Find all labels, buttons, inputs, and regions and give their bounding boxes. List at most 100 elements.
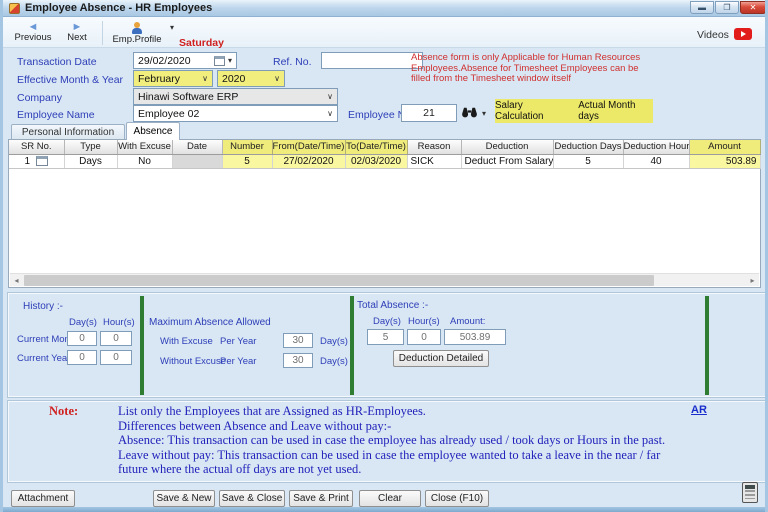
search-dropdown-icon[interactable]: ▾ bbox=[482, 110, 486, 118]
youtube-icon[interactable] bbox=[734, 28, 752, 40]
cell-from[interactable]: 27/02/2020 bbox=[272, 154, 346, 169]
minimize-button[interactable]: ▬ bbox=[690, 1, 714, 14]
maximize-button[interactable]: ❐ bbox=[715, 1, 739, 14]
salary-calculation-label: Salary Calculation bbox=[495, 100, 544, 122]
tab-personal-information[interactable]: Personal Information bbox=[11, 124, 125, 139]
hr-absence-notice: Absence form is only Applicable for Huma… bbox=[411, 52, 641, 84]
current-year-label: Current Year bbox=[17, 353, 71, 364]
col-header-date: Date bbox=[172, 140, 223, 155]
arrow-right-icon: ► bbox=[71, 21, 83, 33]
green-divider bbox=[705, 296, 709, 395]
company-label: Company bbox=[17, 92, 62, 104]
effective-month-select[interactable]: February ∨ bbox=[133, 70, 213, 87]
cell-to[interactable]: 02/03/2020 bbox=[345, 154, 408, 169]
cell-deduction-days[interactable]: 5 bbox=[553, 154, 624, 169]
transaction-date-label: Transaction Date bbox=[17, 56, 97, 68]
cell-reason[interactable]: SICK bbox=[407, 154, 462, 169]
close-icon[interactable]: ✕ bbox=[740, 1, 765, 14]
with-excuse-unit: Day(s) bbox=[320, 336, 348, 347]
cell-number[interactable]: 5 bbox=[222, 154, 273, 169]
cell-deduction[interactable]: Deduct From Salary bbox=[461, 154, 554, 169]
company-select[interactable]: Hinawi Software ERP ∨ bbox=[133, 88, 338, 105]
ref-no-label: Ref. No. bbox=[273, 56, 312, 68]
scroll-right-icon[interactable]: ▸ bbox=[746, 274, 759, 286]
col-header-deduction: Deduction bbox=[461, 140, 554, 155]
current-month-days-input[interactable] bbox=[67, 331, 97, 346]
cell-date[interactable] bbox=[172, 154, 223, 169]
ar-language-link[interactable]: AR bbox=[691, 404, 707, 416]
clear-button[interactable]: Clear bbox=[359, 490, 421, 507]
salary-calculation-banner: Salary Calculation Actual Month days bbox=[495, 99, 653, 123]
person-icon bbox=[131, 21, 143, 34]
total-days-header: Day(s) bbox=[373, 316, 401, 327]
cell-amount[interactable]: 503.89 bbox=[689, 154, 761, 169]
close-button[interactable]: Close (F10) bbox=[425, 490, 489, 507]
calendar-icon[interactable] bbox=[213, 55, 225, 66]
without-excuse-period: Per Year bbox=[220, 356, 257, 367]
title-bar: Employee Absence - HR Employees bbox=[3, 0, 765, 17]
current-year-days-input[interactable] bbox=[67, 350, 97, 365]
cell-deduction-hours[interactable]: 40 bbox=[623, 154, 690, 169]
chevron-down-icon: ∨ bbox=[274, 73, 280, 83]
employee-name-select[interactable]: Employee 02 ∨ bbox=[133, 105, 338, 122]
save-close-button[interactable]: Save & Close bbox=[219, 490, 285, 507]
binoculars-search-icon[interactable] bbox=[461, 105, 478, 123]
without-excuse-input[interactable] bbox=[283, 353, 313, 368]
attachment-button[interactable]: Attachment bbox=[11, 490, 75, 507]
chevron-down-icon: ∨ bbox=[327, 108, 333, 118]
history-title: History :- bbox=[23, 301, 63, 312]
employee-name-label: Employee Name bbox=[17, 109, 95, 121]
col-header-number: Number bbox=[222, 140, 273, 155]
date-dropdown-icon[interactable]: ▾ bbox=[228, 56, 232, 65]
col-header-amount: Amount bbox=[689, 140, 761, 155]
effective-month-year-label: Effective Month & Year bbox=[17, 74, 124, 86]
with-excuse-input[interactable] bbox=[283, 333, 313, 348]
row-calendar-icon[interactable] bbox=[36, 156, 49, 166]
without-excuse-unit: Day(s) bbox=[320, 356, 348, 367]
total-absence-title: Total Absence :- bbox=[357, 300, 429, 311]
arrow-left-icon: ◄ bbox=[27, 21, 39, 33]
actual-month-days-label: Actual Month days bbox=[578, 100, 636, 122]
horizontal-scrollbar[interactable]: ◂ ▸ bbox=[10, 273, 759, 286]
employee-absence-window: Employee Absence - HR Employees ▬ ❐ ✕ ◄ … bbox=[0, 0, 768, 512]
absence-grid: SR No. Type With Excuse Date Number From… bbox=[8, 139, 761, 288]
current-month-hours-input[interactable] bbox=[100, 331, 132, 346]
col-header-type: Type bbox=[64, 140, 118, 155]
weekday-label: Saturday bbox=[179, 37, 224, 49]
cell-type[interactable]: Days bbox=[64, 154, 118, 169]
history-days-header: Day(s) bbox=[69, 317, 97, 328]
calculator-icon[interactable] bbox=[742, 482, 758, 503]
note-line: List only the Employees that are Assigne… bbox=[118, 404, 426, 418]
current-year-hours-input[interactable] bbox=[100, 350, 132, 365]
toolbar-separator bbox=[102, 21, 103, 45]
employee-no-input[interactable] bbox=[401, 104, 457, 122]
ref-no-input[interactable] bbox=[321, 52, 423, 69]
note-line: Absence: This transaction can be used in… bbox=[118, 433, 666, 447]
deduction-detailed-button[interactable]: Deduction Detailed bbox=[393, 350, 489, 367]
scroll-left-icon[interactable]: ◂ bbox=[10, 274, 23, 286]
tab-absence[interactable]: Absence bbox=[126, 122, 180, 140]
grid-header-row: SR No. Type With Excuse Date Number From… bbox=[9, 140, 761, 155]
with-excuse-label: With Excuse bbox=[160, 336, 213, 347]
previous-button[interactable]: ◄ Previous bbox=[11, 19, 55, 47]
col-header-deduction-days: Deduction Days bbox=[553, 140, 624, 155]
emp-profile-button[interactable]: Emp.Profile bbox=[107, 19, 167, 47]
green-divider bbox=[350, 296, 354, 395]
total-amount-header: Amount: bbox=[450, 316, 486, 327]
cell-sr-no[interactable]: 1 bbox=[9, 154, 65, 169]
total-days-input[interactable] bbox=[367, 329, 404, 345]
without-excuse-label: Without Excuse bbox=[160, 356, 226, 367]
save-new-button[interactable]: Save & New bbox=[153, 490, 215, 507]
col-header-with-excuse: With Excuse bbox=[117, 140, 173, 155]
scrollbar-thumb[interactable] bbox=[24, 275, 654, 286]
save-print-button[interactable]: Save & Print bbox=[289, 490, 353, 507]
effective-year-select[interactable]: 2020 ∨ bbox=[217, 70, 285, 87]
videos-label: Videos bbox=[697, 29, 729, 41]
total-hours-input[interactable] bbox=[407, 329, 441, 345]
transaction-date-field[interactable]: 29/02/2020 ▾ bbox=[133, 52, 237, 69]
chevron-down-icon: ∨ bbox=[202, 73, 208, 83]
emp-profile-dropdown-icon[interactable]: ▾ bbox=[170, 24, 174, 32]
next-button[interactable]: ► Next bbox=[58, 19, 96, 47]
cell-with-excuse[interactable]: No bbox=[117, 154, 173, 169]
total-amount-input[interactable] bbox=[444, 329, 506, 345]
